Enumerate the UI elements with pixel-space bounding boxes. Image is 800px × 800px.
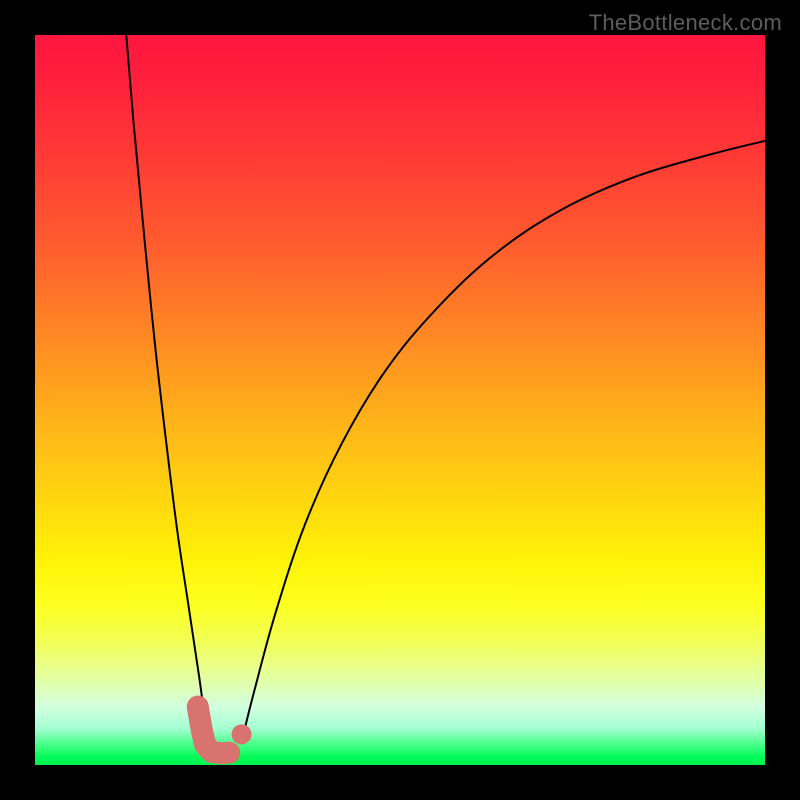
chart-frame [35, 35, 765, 765]
chart-svg [35, 35, 765, 765]
curve-right [243, 141, 765, 736]
curve-left-path [126, 35, 212, 758]
marker-lower-L-path [198, 707, 229, 754]
marker-right-dot-circle [232, 724, 252, 744]
curve-right-path [243, 141, 765, 736]
watermark-text: TheBottleneck.com [589, 10, 782, 36]
marker-lower-L [198, 707, 229, 754]
curve-left [126, 35, 212, 758]
marker-right-dot [232, 724, 252, 744]
